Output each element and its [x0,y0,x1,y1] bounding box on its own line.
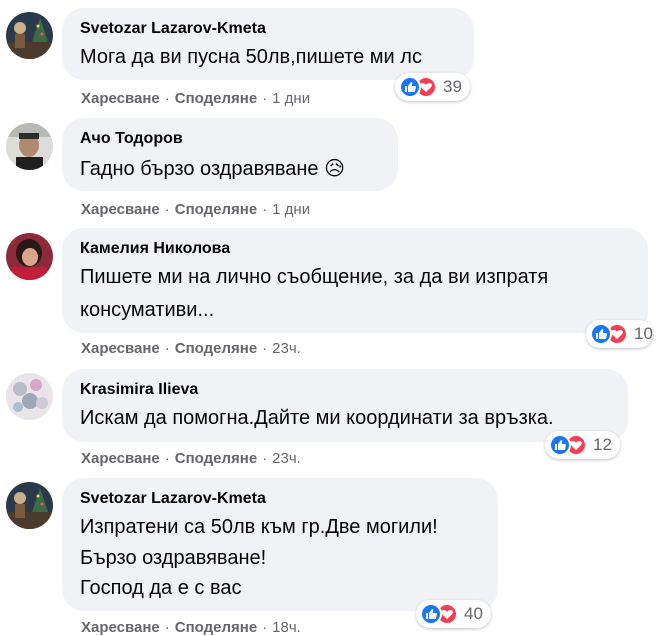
reaction-count: 12 [593,435,612,454]
comment-text: Господ да е с вас [80,577,242,599]
comment-bubble: Svetozar Lazarov-Kmeta Мога да ви пусна … [62,8,474,80]
comment-actions: Харесване · Споделяне · 1 дни [81,90,310,107]
like-reaction-icon [549,434,571,456]
share-button[interactable]: Споделяне [175,340,257,357]
comment-timestamp[interactable]: 1 дни [272,90,310,107]
comment-text: Пишете ми на лично съобщение, за да ви и… [80,266,549,288]
like-button[interactable]: Харесване [81,619,160,636]
comment-author[interactable]: Svetozar Lazarov-Kmeta [80,490,266,508]
separator: · [164,450,170,467]
share-button[interactable]: Споделяне [175,90,257,107]
comment-timestamp[interactable]: 1 дни [272,201,310,218]
like-button[interactable]: Харесване [81,90,160,107]
comment-author[interactable]: Krasimira Ilieva [80,381,198,399]
comment-text: консумативи... [80,299,215,321]
reaction-summary[interactable]: 10 [586,320,653,348]
avatar[interactable] [6,373,53,420]
comment-text: Бързо оздравяване! [80,547,267,569]
separator: · [164,340,170,357]
avatar[interactable] [6,12,53,59]
separator: · [262,619,268,636]
comment-bubble: Камелия Николова Пишете ми на лично съоб… [62,228,648,333]
comment-text: Гадно бързо оздравяване 😥 [80,158,345,180]
avatar[interactable] [6,482,53,529]
reaction-summary[interactable]: 39 [395,73,470,101]
comment-timestamp[interactable]: 23ч. [272,450,301,467]
comment-text: Мога да ви пусна 50лв,пишете ми лс [80,46,422,68]
like-reaction-icon [590,323,612,345]
comment-actions: Харесване · Споделяне · 18ч. [81,619,301,636]
like-reaction-icon [420,603,442,625]
separator: · [164,90,170,107]
comment-bubble: Svetozar Lazarov-Kmeta Изпратени са 50лв… [62,478,498,611]
avatar[interactable] [6,233,53,280]
comment-actions: Харесване · Споделяне · 1 дни [81,201,310,218]
separator: · [262,201,268,218]
reaction-count: 39 [443,77,462,96]
reaction-summary[interactable]: 40 [416,600,491,628]
comment-author[interactable]: Ачо Тодоров [80,130,183,148]
comment-bubble: Krasimira Ilieva Искам да помогна.Дайте … [62,369,628,442]
comment-author[interactable]: Камелия Николова [80,240,230,258]
separator: · [262,90,268,107]
separator: · [164,619,170,636]
comment-actions: Харесване · Споделяне · 23ч. [81,340,301,357]
separator: · [164,201,170,218]
like-reaction-icon [399,76,421,98]
reaction-summary[interactable]: 12 [545,431,620,459]
comment-text: Изпратени са 50лв към гр.Две могили! [80,516,438,538]
share-button[interactable]: Споделяне [175,619,257,636]
reaction-count: 10 [634,324,653,343]
separator: · [262,450,268,467]
like-button[interactable]: Харесване [81,450,160,467]
comment-text: Искам да помогна.Дайте ми координати за … [80,407,554,429]
comment-timestamp[interactable]: 18ч. [272,619,301,636]
separator: · [262,340,268,357]
comment-bubble: Ачо Тодоров Гадно бързо оздравяване 😥 [62,118,398,191]
comment-author[interactable]: Svetozar Lazarov-Kmeta [80,20,266,38]
share-button[interactable]: Споделяне [175,201,257,218]
comment-actions: Харесване · Споделяне · 23ч. [81,450,301,467]
like-button[interactable]: Харесване [81,340,160,357]
reaction-count: 40 [464,604,483,623]
avatar[interactable] [6,123,53,170]
like-button[interactable]: Харесване [81,201,160,218]
comment-timestamp[interactable]: 23ч. [272,340,301,357]
share-button[interactable]: Споделяне [175,450,257,467]
